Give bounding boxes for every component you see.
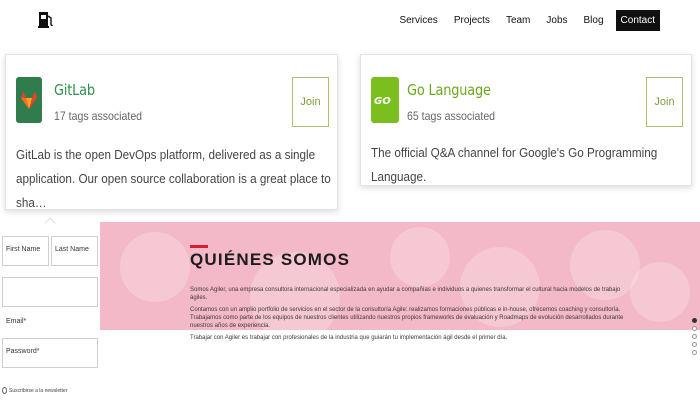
nav-link-services[interactable]: Services [391, 11, 445, 30]
carousel-dot[interactable] [692, 326, 697, 331]
nav-link-blog[interactable]: Blog [576, 11, 612, 30]
card-title[interactable]: Go Language [407, 81, 491, 99]
nav-link-jobs[interactable]: Jobs [538, 11, 575, 30]
popover-caret [44, 217, 56, 229]
checkbox-label: Suscribirse a la newsletter [9, 387, 68, 394]
page: Services Projects Team Jobs Blog Contact… [0, 0, 700, 400]
email-field[interactable] [2, 277, 98, 307]
community-card-gitlab[interactable]: GitLab 17 tags associated Join GitLab is… [5, 54, 338, 210]
card-tags-count: 65 tags associated [407, 109, 496, 123]
checkbox-icon[interactable] [2, 387, 7, 394]
go-gopher-icon: GO [371, 77, 399, 123]
top-navbar: Services Projects Team Jobs Blog Contact [0, 0, 700, 40]
carousel-dot[interactable] [692, 318, 697, 323]
card-title[interactable]: GitLab [54, 81, 95, 99]
about-paragraph-3: Trabajar con Agiler es trabajar con prof… [190, 335, 508, 341]
card-tags-count: 17 tags associated [54, 109, 143, 123]
gitlab-fox-icon [16, 77, 42, 123]
section-title: QUIÉNES SOMOS [190, 250, 351, 269]
carousel-dot[interactable] [692, 350, 697, 355]
join-button[interactable]: Join [292, 77, 329, 127]
password-field[interactable]: Password* [2, 338, 98, 368]
email-label: Email* [6, 318, 27, 325]
contact-button[interactable]: Contact [615, 10, 660, 31]
first-name-field[interactable]: First Name [2, 236, 49, 266]
carousel-dot[interactable] [692, 342, 697, 347]
about-paragraph-1: Somos Agiler, una empresa consultora int… [190, 287, 621, 301]
card-description: GitLab is the open DevOps platform, deli… [16, 147, 331, 210]
community-card-go-language[interactable]: GO Go Language 65 tags associated Join T… [360, 54, 692, 186]
last-name-field[interactable]: Last Name [51, 236, 98, 266]
about-paragraph-2: Contamos con un amplio portfolio de serv… [190, 307, 624, 329]
title-accent-bar [190, 245, 208, 248]
join-button[interactable]: Join [646, 77, 683, 127]
fuel-pump-icon[interactable] [38, 9, 54, 29]
card-description: The official Q&A channel for Google's Go… [371, 145, 658, 184]
carousel-dot[interactable] [692, 334, 697, 339]
carousel-dots [692, 318, 697, 355]
svg-text:GO: GO [374, 96, 391, 107]
newsletter-checkbox[interactable]: Suscribirse a la newsletter [2, 387, 67, 394]
nav-link-team[interactable]: Team [498, 11, 538, 30]
nav-link-projects[interactable]: Projects [446, 11, 498, 30]
nav-links: Services Projects Team Jobs Blog Contact [391, 10, 660, 31]
